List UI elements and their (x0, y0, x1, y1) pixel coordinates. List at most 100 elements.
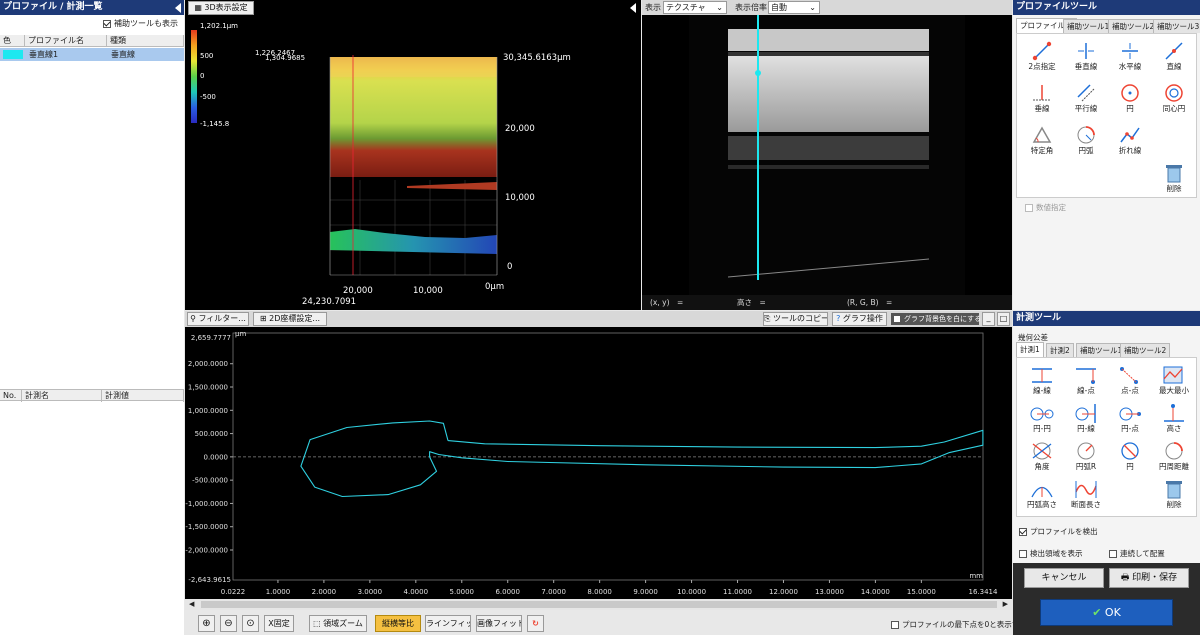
tool-label: 最大最小 (1159, 386, 1189, 395)
tool-circle-line[interactable]: 円-線 (1064, 400, 1108, 440)
show-aux-checkbox[interactable]: 補助ツールも表示 (103, 18, 178, 29)
zoom-select[interactable]: 自動 ⌄ (768, 1, 820, 14)
tool-specific-angle[interactable]: 特定角 (1020, 122, 1064, 166)
zoom-reset-icon[interactable]: ⊙ (242, 615, 259, 632)
tool-polyline[interactable]: 折れ線 (1108, 122, 1152, 166)
profile-graph[interactable]: 2,659.7777 -2,643.9615 2,000.0000 1,500.000… (185, 327, 1012, 599)
tool-line-line[interactable]: 線-線 (1020, 362, 1064, 402)
scroll-left-icon[interactable]: ◀ (189, 600, 194, 608)
help-icon: ? (836, 314, 841, 323)
tab-measure-1[interactable]: 計測1 (1016, 342, 1044, 357)
horizontal-scrollbar[interactable]: ◀ ▶ (185, 599, 1012, 610)
tool-circumference[interactable]: 円周距離 (1152, 438, 1196, 478)
copy-tool-button[interactable]: ⎘ ツールのコピー... (763, 312, 828, 326)
tool-max-min[interactable]: 最大最小 (1152, 362, 1196, 402)
line-fit-button[interactable]: ラインフィット (425, 615, 471, 632)
tab-measure-aux-1[interactable]: 補助ツール1 (1076, 343, 1127, 357)
tool-circle-measure[interactable]: 円 (1108, 438, 1152, 478)
graph-operation-button[interactable]: ? グラフ操作 (832, 312, 887, 326)
concentric-circle-icon (1165, 84, 1183, 102)
tab-aux-1[interactable]: 補助ツール1 (1063, 19, 1114, 33)
tool-label: 円 (1126, 104, 1134, 113)
tool-line-point[interactable]: 線-点 (1064, 362, 1108, 402)
zoom-in-icon[interactable]: ⊕ (198, 615, 215, 632)
view-2d[interactable]: 表示 テクスチャ ⌄ 表示倍率 自動 ⌄ (x, y) = 高さ = (R, G, … (642, 0, 1012, 310)
profile-color-swatch (3, 50, 23, 59)
measure-tool-grid: 線-線 線-点 点-点 最大最小 円-円 円-線 円-点 高さ 角度 円弧R 円… (1016, 357, 1197, 517)
collapse-left-icon[interactable] (175, 3, 181, 13)
tool-label: 円弧R (1075, 462, 1097, 471)
tool-parallel[interactable]: 平行線 (1064, 80, 1108, 124)
tool-circle-point[interactable]: 円-点 (1108, 400, 1152, 440)
3d-render (329, 55, 498, 276)
tool-2point[interactable]: 2点指定 (1020, 38, 1064, 82)
tab-aux-3[interactable]: 補助ツール3 (1153, 19, 1200, 33)
tool-point-point[interactable]: 点-点 (1108, 362, 1152, 402)
profile-tools-title-text: プロファイルツール (1016, 2, 1098, 12)
tool-angle[interactable]: 角度 (1020, 438, 1064, 478)
ok-label: OK (1104, 606, 1121, 619)
continuous-place-checkbox[interactable]: 連続して配置 (1109, 548, 1165, 559)
angle-triangle-icon (1032, 126, 1052, 143)
profile-list-title: プロファイル / 計測一覧 (0, 0, 184, 15)
profile-type-cell: 垂直線 (111, 50, 135, 59)
cancel-button[interactable]: キャンセル (1024, 568, 1104, 588)
detect-profile-checkbox[interactable]: プロファイルを検出 (1019, 526, 1098, 537)
tab-measure-2[interactable]: 計測2 (1046, 343, 1074, 357)
x-fix-button[interactable]: X固定 (264, 615, 294, 632)
3d-label: 20,000 (343, 286, 373, 296)
zoom-out-icon[interactable]: ⊖ (220, 615, 237, 632)
tool-straight[interactable]: 直線 (1152, 38, 1196, 82)
coord-settings-button[interactable]: ⊞ 2D座標設定... (253, 312, 327, 326)
tool-arc-r[interactable]: 円弧R (1064, 438, 1108, 478)
show-detect-area-label: 検出領域を表示 (1030, 549, 1083, 558)
tool-arc-height[interactable]: 円弧高さ (1020, 476, 1064, 516)
minimize-graph-button[interactable]: _ (982, 312, 995, 326)
tool-horizontal[interactable]: 水平線 (1108, 38, 1152, 82)
x-tick-label: 15.0000 (907, 588, 936, 596)
y-tick-label: -500.0000 (192, 477, 228, 485)
filter-button[interactable]: ⚲ フィルター... (187, 312, 249, 326)
x-tick-label: 4.0000 (404, 588, 429, 596)
print-save-label: 印刷・保存 (1132, 573, 1178, 583)
3d-label: 10,000 (505, 193, 535, 203)
aspect-equal-button[interactable]: 縦横等比 (375, 615, 421, 632)
perpendicular-icon (1033, 85, 1051, 101)
scrollbar-thumb[interactable] (201, 601, 997, 608)
tool-label: 円-円 (1033, 424, 1051, 433)
two-point-icon (1032, 41, 1052, 61)
tool-arc[interactable]: 円弧 (1064, 122, 1108, 166)
tool-delete[interactable]: 削除 (1152, 160, 1196, 204)
area-zoom-button[interactable]: ⬚ 領域ズーム (309, 615, 367, 632)
reset-icon[interactable]: ↻ (527, 615, 544, 632)
tool-concentric[interactable]: 同心円 (1152, 80, 1196, 124)
tool-circle[interactable]: 円 (1108, 80, 1152, 124)
tool-circle-circle[interactable]: 円-円 (1020, 400, 1064, 440)
show-min-zero-checkbox[interactable]: プロファイルの最下点を0と表示する (891, 619, 1027, 630)
print-save-button[interactable]: 🖶 印刷・保存 (1109, 568, 1189, 588)
tool-label: 平行線 (1074, 104, 1098, 113)
maximize-graph-button[interactable]: □ (997, 312, 1010, 326)
measure-delete-button[interactable]: 削除 (1152, 476, 1196, 516)
tool-perpendicular[interactable]: 垂線 (1020, 80, 1064, 124)
bg-white-checkbox[interactable]: グラフ背景色を白にする (891, 313, 981, 325)
tool-height[interactable]: 高さ (1152, 400, 1196, 440)
graph-bottom-toolbar: ⊕ ⊖ ⊙ X固定 ⬚ 領域ズーム 縦横等比 ラインフィット 画像フィット ↻ … (185, 610, 1027, 635)
show-detect-area-checkbox[interactable]: 検出領域を表示 (1019, 548, 1083, 559)
image-fit-button[interactable]: 画像フィット (476, 615, 522, 632)
tab-measure-aux-2[interactable]: 補助ツール2 (1120, 343, 1171, 357)
scroll-right-icon[interactable]: ▶ (1003, 600, 1008, 608)
ok-button[interactable]: ✔ OK (1040, 599, 1173, 626)
tool-label: 線-点 (1077, 386, 1095, 395)
tool-section-length[interactable]: 断面長さ (1064, 476, 1108, 516)
arc-radius-icon (1077, 442, 1095, 460)
view-3d[interactable]: ▦ 3D表示設定 1,202.1µm 500 0 -500 -1,145.8 1… (185, 0, 641, 310)
x-tick-label: 12.0000 (769, 588, 798, 596)
table-row[interactable]: 垂直線1 垂直線 (0, 48, 184, 61)
tab-aux-2[interactable]: 補助ツール2 (1108, 19, 1159, 33)
x-tick-label: 8.0000 (587, 588, 612, 596)
tool-vertical[interactable]: 垂直線 (1064, 38, 1108, 82)
display-select[interactable]: テクスチャ ⌄ (663, 1, 727, 14)
x-tick-label: 6.0000 (495, 588, 519, 596)
numeric-input-checkbox[interactable]: 数値指定 (1025, 202, 1066, 213)
